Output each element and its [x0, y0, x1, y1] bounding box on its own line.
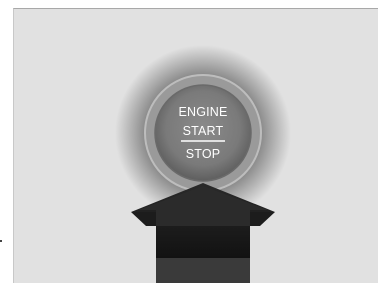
illustration-frame: ENGINE START STOP [0, 0, 378, 283]
engine-start-stop-button-icon[interactable]: ENGINE START STOP [154, 84, 252, 182]
button-label-engine: ENGINE [178, 105, 227, 119]
button-label-stop: STOP [186, 147, 221, 161]
button-label-start: START [183, 124, 224, 138]
engine-start-illustration: ENGINE START STOP [115, 45, 291, 283]
